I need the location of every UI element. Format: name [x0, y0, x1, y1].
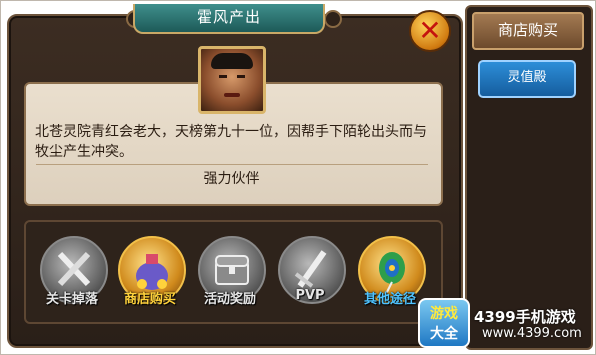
character-avatar [198, 46, 266, 114]
source-label-event-reward: 活动奖励 [203, 292, 256, 307]
source-label-level-drop: 关卡掉落 [45, 292, 98, 307]
character-description: 北苍灵院青红会老大，天榜第九十一位，因帮手下陌轮出头而与牧尘产生冲突。 [35, 124, 427, 160]
shop-lingzhidian-button[interactable]: 灵值殿 [478, 60, 576, 98]
source-label-pvp: PVP [295, 288, 325, 303]
close-icon: ✕ [418, 14, 442, 47]
watermark-url: www.4399.com [482, 326, 582, 341]
watermark-logo: 游戏 大全 [418, 298, 470, 348]
divider [36, 164, 428, 165]
tab-shop-purchase[interactable]: 商店购买 [472, 12, 584, 50]
source-label-shop-purchase: 商店购买 [123, 292, 176, 307]
character-bond: 强力伙伴 [203, 171, 260, 187]
dialog-title: 霍风产出 [133, 4, 325, 34]
title-ornament-right [324, 10, 342, 28]
watermark-brand: 4399手机游戏 [474, 308, 576, 326]
close-button[interactable]: ✕ [409, 10, 451, 52]
watermark: 游戏 大全 4399手机游戏 www.4399.com [418, 296, 594, 348]
